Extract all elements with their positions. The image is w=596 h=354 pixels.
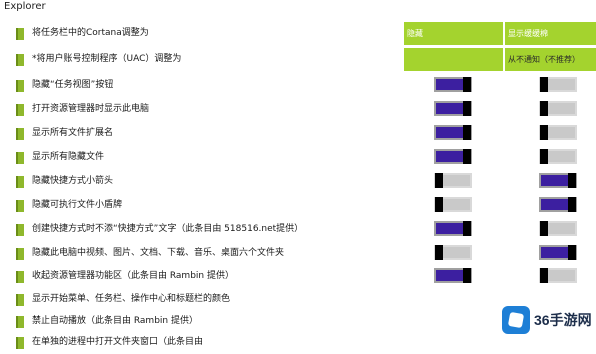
setting-label: 显示所有文件扩展名	[32, 128, 114, 138]
bullet-icon	[16, 294, 24, 306]
bullet-icon	[16, 128, 24, 140]
36shouyou-logo-icon	[502, 306, 530, 334]
settings-row: 创建快捷方式时不添“快捷方式”文字（此条目由 518516.net提供）	[0, 218, 596, 241]
toggle-switch[interactable]	[539, 221, 577, 236]
setting-label: 隐藏“任务视图”按钮	[32, 80, 114, 90]
column-header-show[interactable]: 显示缓缓棉	[505, 22, 596, 45]
setting-label: 显示开始菜单、任务栏、操作中心和标题栏的颜色	[32, 294, 231, 304]
watermark: 36手游网	[496, 300, 596, 351]
setting-label: 将任务栏中的Cortana调整为	[32, 28, 149, 38]
settings-row: 收起资源管理器功能区（此条目由 Rambin 提供）	[0, 265, 596, 288]
toggle-switch[interactable]	[539, 245, 577, 260]
toggle-switch[interactable]	[539, 101, 577, 116]
bullet-icon	[16, 54, 24, 66]
bullet-icon	[16, 200, 24, 212]
settings-row: 将任务栏中的Cortana调整为 隐藏 显示缓缓棉	[0, 22, 596, 45]
uac-option-never-notify[interactable]: 从不通知（不推荐）	[505, 48, 596, 71]
settings-row: *将用户账号控制程序（UAC）调整为 从不通知（不推荐）	[0, 48, 596, 71]
toggle-switch[interactable]	[539, 149, 577, 164]
bullet-icon	[16, 80, 24, 92]
setting-label: 隐藏此电脑中视频、图片、文档、下载、音乐、桌面六个文件夹	[32, 248, 285, 258]
setting-label: 隐藏可执行文件小盾牌	[32, 200, 123, 210]
settings-row: 隐藏“任务视图”按钮	[0, 74, 596, 97]
bullet-icon	[16, 248, 24, 260]
bullet-icon	[16, 271, 24, 283]
toggle-switch[interactable]	[434, 173, 472, 188]
settings-row: 隐藏此电脑中视频、图片、文档、下载、音乐、桌面六个文件夹	[0, 242, 596, 265]
settings-row: 隐藏可执行文件小盾牌	[0, 194, 596, 217]
settings-row: 打开资源管理器时显示此电脑	[0, 98, 596, 121]
bullet-icon	[16, 28, 24, 40]
setting-label: 禁止自动播放（此条目由 Rambin 提供）	[32, 316, 198, 326]
setting-label: 显示所有隐藏文件	[32, 152, 105, 162]
toggle-switch[interactable]	[539, 77, 577, 92]
toggle-switch[interactable]	[434, 77, 472, 92]
setting-label: 收起资源管理器功能区（此条目由 Rambin 提供）	[32, 271, 234, 281]
settings-row: 显示所有文件扩展名	[0, 122, 596, 145]
setting-label: 打开资源管理器时显示此电脑	[32, 104, 150, 114]
toggle-switch[interactable]	[539, 268, 577, 283]
bullet-icon	[16, 176, 24, 188]
uac-option-empty[interactable]	[404, 48, 503, 71]
bullet-icon	[16, 337, 24, 349]
bullet-icon	[16, 316, 24, 328]
bullet-icon	[16, 224, 24, 236]
toggle-switch[interactable]	[434, 245, 472, 260]
setting-label: 创建快捷方式时不添“快捷方式”文字（此条目由 518516.net提供）	[32, 224, 304, 234]
toggle-switch[interactable]	[434, 125, 472, 140]
bullet-icon	[16, 152, 24, 164]
settings-row: 显示所有隐藏文件	[0, 146, 596, 169]
toggle-switch[interactable]	[539, 173, 577, 188]
toggle-switch[interactable]	[539, 197, 577, 212]
column-header-hide[interactable]: 隐藏	[404, 22, 503, 45]
toggle-switch[interactable]	[434, 149, 472, 164]
toggle-switch[interactable]	[434, 197, 472, 212]
setting-label: 隐藏快捷方式小箭头	[32, 176, 114, 186]
setting-label: 在单独的进程中打开文件夹窗口（此条目由	[32, 337, 204, 347]
bullet-icon	[16, 104, 24, 116]
settings-row: 隐藏快捷方式小箭头	[0, 170, 596, 193]
toggle-switch[interactable]	[434, 268, 472, 283]
window-title: Explorer	[4, 1, 46, 12]
toggle-switch[interactable]	[434, 101, 472, 116]
toggle-switch[interactable]	[434, 221, 472, 236]
watermark-text: 36手游网	[534, 312, 592, 328]
toggle-switch[interactable]	[539, 125, 577, 140]
setting-label: *将用户账号控制程序（UAC）调整为	[32, 54, 182, 64]
